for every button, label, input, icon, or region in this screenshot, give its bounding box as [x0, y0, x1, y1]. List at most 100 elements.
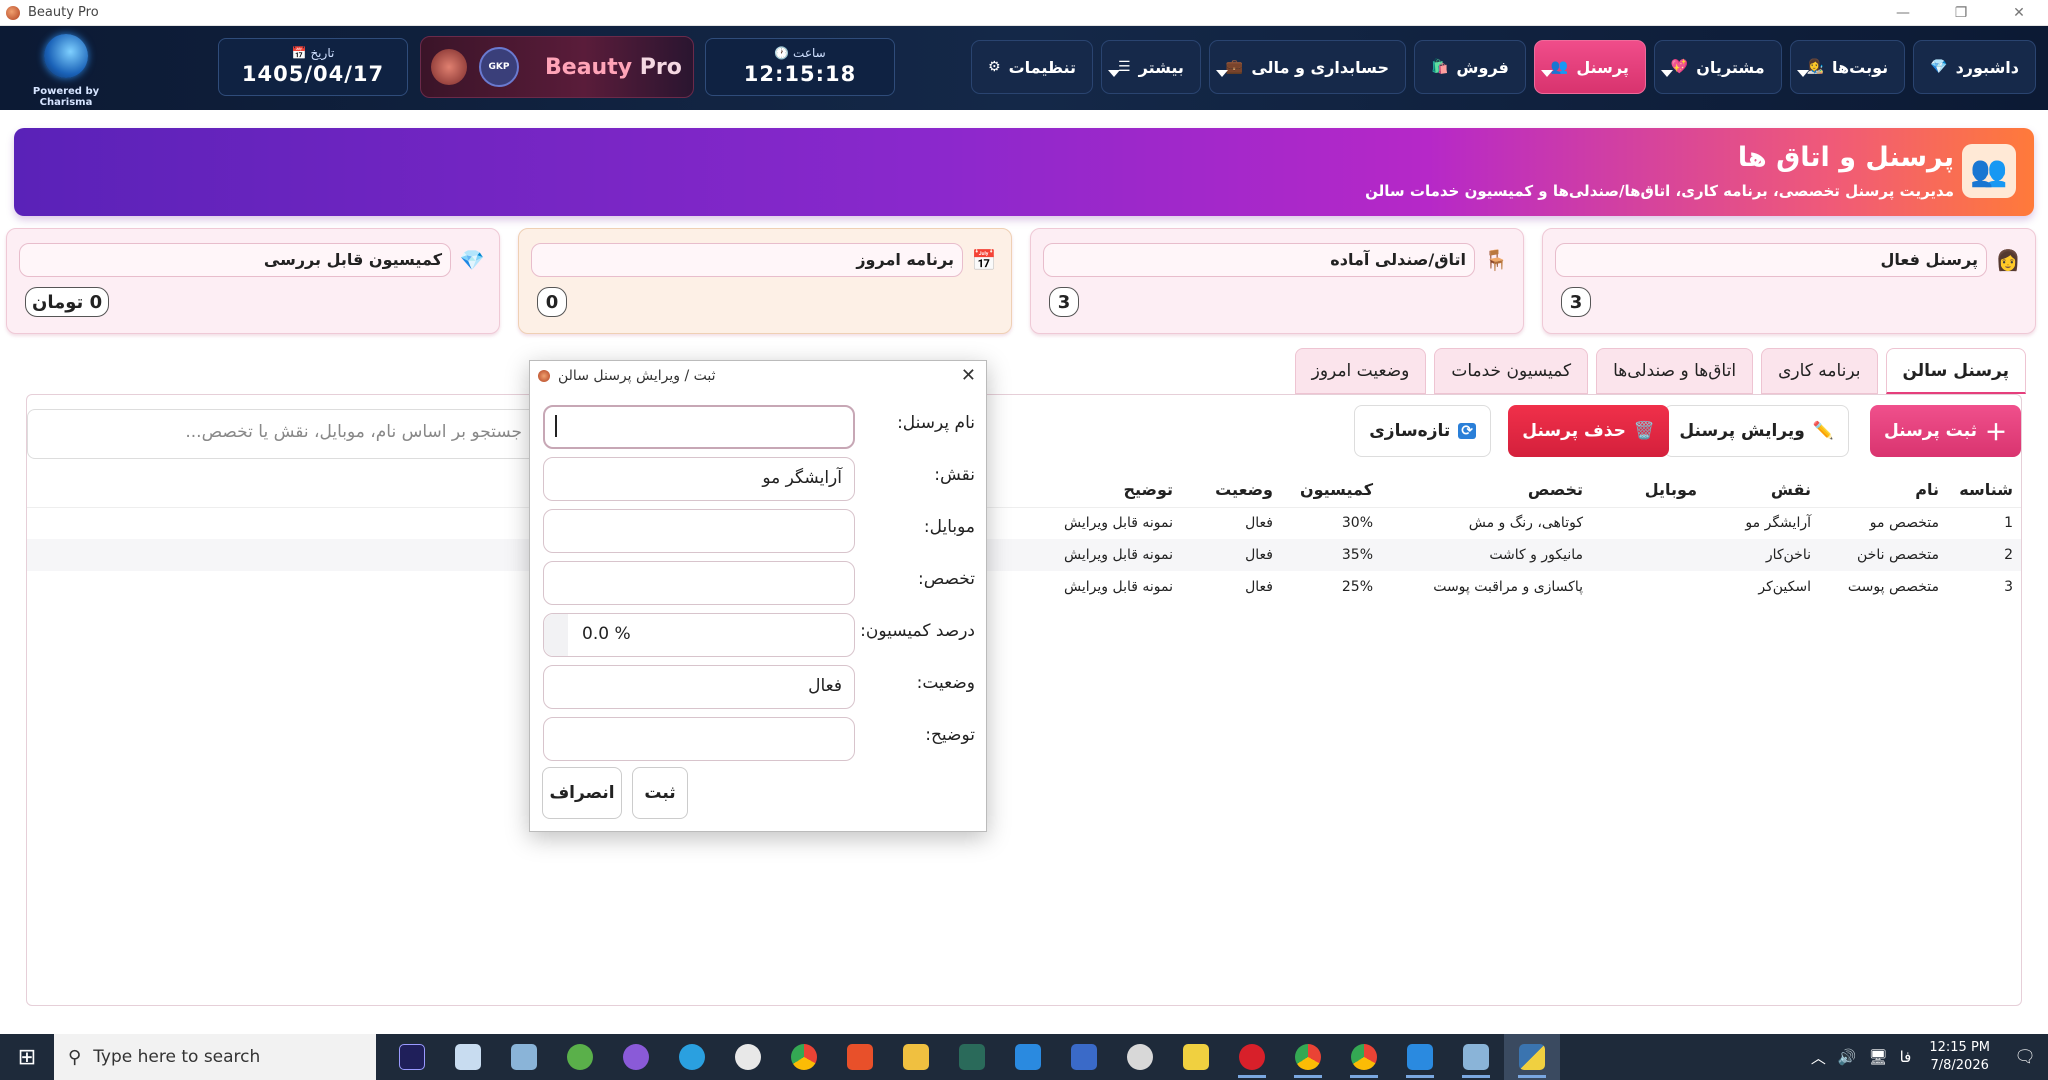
volume-icon[interactable]: 🔊 — [1838, 1048, 1857, 1066]
chrome-icon-2[interactable] — [1280, 1034, 1336, 1080]
submit-button[interactable]: ثبت — [632, 767, 688, 819]
taskbar-clock[interactable]: 12:15 PM 7/8/2026 — [1929, 1039, 1990, 1075]
start-menu-icon[interactable]: ⊞ — [0, 1034, 54, 1080]
taskbar-apps — [384, 1034, 1560, 1080]
nav-label-4: فروش — [1456, 57, 1509, 77]
app-icon-9[interactable] — [832, 1034, 888, 1080]
page-subtitle: مدیریت پرسنل تخصصی، برنامه کاری، اتاق‌ها… — [1365, 182, 1954, 200]
nav-icon-4: 🛍️ — [1430, 59, 1449, 75]
podcast-icon[interactable] — [608, 1034, 664, 1080]
nav-button-7[interactable]: تنظیمات ⚙ — [971, 40, 1094, 94]
stat-card-value-2: 0 — [537, 287, 567, 317]
column-header: تخصص — [1381, 473, 1591, 508]
add-staff-label: ثبت پرسنل — [1883, 421, 1977, 441]
app-icon-3[interactable] — [496, 1034, 552, 1080]
date-label: 📅 تاریخ — [291, 46, 335, 60]
dialog-field-input-0[interactable] — [543, 405, 855, 449]
notification-icon[interactable]: 🗨 — [2002, 1034, 2048, 1080]
nav-button-2[interactable]: مشتریان 💖 — [1653, 40, 1782, 94]
tab-3[interactable]: کمیسیون خدمات — [1434, 348, 1589, 394]
dialog-app-icon — [538, 370, 550, 382]
wordpress-icon[interactable] — [720, 1034, 776, 1080]
network-icon[interactable]: 🖥 — [1869, 1048, 1888, 1066]
column-header: نقش — [1705, 473, 1819, 508]
dialog-field-row-6: توضیح: — [543, 717, 975, 761]
dialog-close-icon[interactable]: ✕ — [961, 365, 976, 386]
tab-0[interactable]: پرسنل سالن — [1885, 348, 2026, 394]
cancel-button[interactable]: انصراف — [542, 767, 622, 819]
restore-button[interactable]: ❐ — [1932, 0, 1990, 26]
staff-group-icon: 👥 — [1962, 144, 2016, 198]
utorrent-icon[interactable] — [552, 1034, 608, 1080]
dialog-field-label-1: نقش: — [934, 465, 975, 485]
nav-button-6[interactable]: بیشتر ☰ — [1101, 40, 1201, 94]
taskbar-search[interactable]: ⚲ Type here to search — [54, 1034, 376, 1080]
tab-4[interactable]: وضعیت امروز — [1294, 348, 1427, 394]
nav-button-5[interactable]: حسابداری و مالی 💼 — [1208, 40, 1406, 94]
table-cell: پاکسازی و مراقبت پوست — [1433, 579, 1583, 595]
table-cell: مانیکور و کاشت — [1381, 539, 1591, 571]
edit-staff-button[interactable]: ✏️ ویرایش پرسنل — [1664, 405, 1849, 457]
chrome-icon-3[interactable] — [1336, 1034, 1392, 1080]
stat-card-icon-0: 👩 — [1995, 248, 2021, 272]
staff-edit-dialog: ثبت / ویرایش پرسنل سالن ✕ نام پرسنل: نقش:… — [529, 360, 987, 832]
nav-label-5: حسابداری و مالی — [1251, 57, 1389, 77]
staff-panel: جستجو بر اساس نام، موبایل، نقش یا تخصص..… — [26, 394, 2022, 1006]
table-row[interactable]: 3 متخصص پوست اسکین‌کر پاکسازی و مراقبت پوست… — [27, 571, 2021, 603]
dialog-field-input-5[interactable]: فعال — [543, 665, 855, 709]
minimize-button[interactable]: — — [1874, 0, 1932, 26]
delete-staff-button[interactable]: 🗑️ حذف پرسنل — [1508, 405, 1669, 457]
dialog-field-input-4[interactable]: 0.0 % — [543, 613, 855, 657]
chevron-down-icon — [1540, 70, 1553, 77]
brand-logo: Powered by Charisma — [12, 34, 120, 108]
language-indicator[interactable]: فا — [1900, 1048, 1912, 1066]
delete-staff-label: حذف پرسنل — [1522, 421, 1626, 441]
window-title: Beauty Pro — [28, 5, 99, 20]
edit-staff-label: ویرایش پرسنل — [1679, 421, 1805, 441]
dialog-field-input-2[interactable] — [543, 509, 855, 553]
python-icon[interactable] — [1504, 1034, 1560, 1080]
app-icon-11[interactable] — [944, 1034, 1000, 1080]
nav-button-4[interactable]: فروش 🛍️ — [1413, 40, 1526, 94]
tab-2[interactable]: اتاق‌ها و صندلی‌ها — [1596, 348, 1754, 394]
dialog-field-input-6[interactable] — [543, 717, 855, 761]
file-explorer-icon[interactable] — [888, 1034, 944, 1080]
app-icon-15[interactable] — [1168, 1034, 1224, 1080]
app-icon-13[interactable] — [1056, 1034, 1112, 1080]
chrome-icon[interactable] — [776, 1034, 832, 1080]
nav-button-3[interactable]: پرسنل 👥 — [1533, 40, 1646, 94]
window-controls: — ❐ ✕ — [1874, 0, 2048, 26]
nav-button-0[interactable]: داشبورد 💎 — [1913, 40, 2036, 94]
tab-1[interactable]: برنامه کاری — [1761, 348, 1878, 394]
chevron-up-icon[interactable]: ︿ — [1811, 1047, 1826, 1068]
dialog-field-row-4: درصد کمیسیون: 0.0 % — [543, 613, 975, 657]
stat-card-0: 👩 پرسنل فعال 3 — [1542, 228, 2036, 334]
refresh-button[interactable]: ⟳ تازه‌سازی — [1354, 405, 1491, 457]
plus-icon: ＋ — [1984, 421, 2007, 446]
after-effects-icon[interactable] — [384, 1034, 440, 1080]
table-row[interactable]: 2 متخصص ناخن ناخن‌کار مانیکور و کاشت 35% فعال… — [27, 539, 2021, 571]
dialog-field-row-5: وضعیت: فعال — [543, 665, 975, 709]
stat-card-label-3: کمیسیون قابل بررسی — [19, 243, 451, 277]
chatgpt-icon[interactable] — [1112, 1034, 1168, 1080]
app-icon-19[interactable] — [1392, 1034, 1448, 1080]
nav-button-1[interactable]: نوبت‌ها 👩‍🎨 — [1789, 40, 1906, 94]
search-icon: ⚲ — [68, 1046, 82, 1068]
close-window-button[interactable]: ✕ — [1990, 0, 2048, 26]
nav-label-0: داشبورد — [1955, 57, 2019, 77]
column-header: کمیسیون — [1281, 473, 1381, 508]
table-row[interactable]: 1 متخصص مو آرایشگر مو کوتاهی، رنگ و مش 30% فع… — [27, 507, 2021, 539]
time-label: 🕐 ساعت — [774, 46, 826, 60]
telegram-icon[interactable] — [664, 1034, 720, 1080]
vscode-icon[interactable] — [1000, 1034, 1056, 1080]
dialog-field-input-3[interactable] — [543, 561, 855, 605]
time-box: 🕐 ساعت 12:15:18 — [705, 38, 895, 96]
vivaldi-icon[interactable] — [1224, 1034, 1280, 1080]
app-icon-20[interactable] — [1448, 1034, 1504, 1080]
dialog-field-input-1[interactable]: آرایشگر مو — [543, 457, 855, 501]
chevron-down-icon — [1796, 70, 1809, 77]
add-staff-button[interactable]: ＋ ثبت پرسنل — [1869, 405, 2021, 457]
app-icon-2[interactable] — [440, 1034, 496, 1080]
nav-label-3: پرسنل — [1576, 57, 1629, 77]
search-input[interactable]: جستجو بر اساس نام، موبایل، نقش یا تخصص..… — [27, 409, 537, 459]
